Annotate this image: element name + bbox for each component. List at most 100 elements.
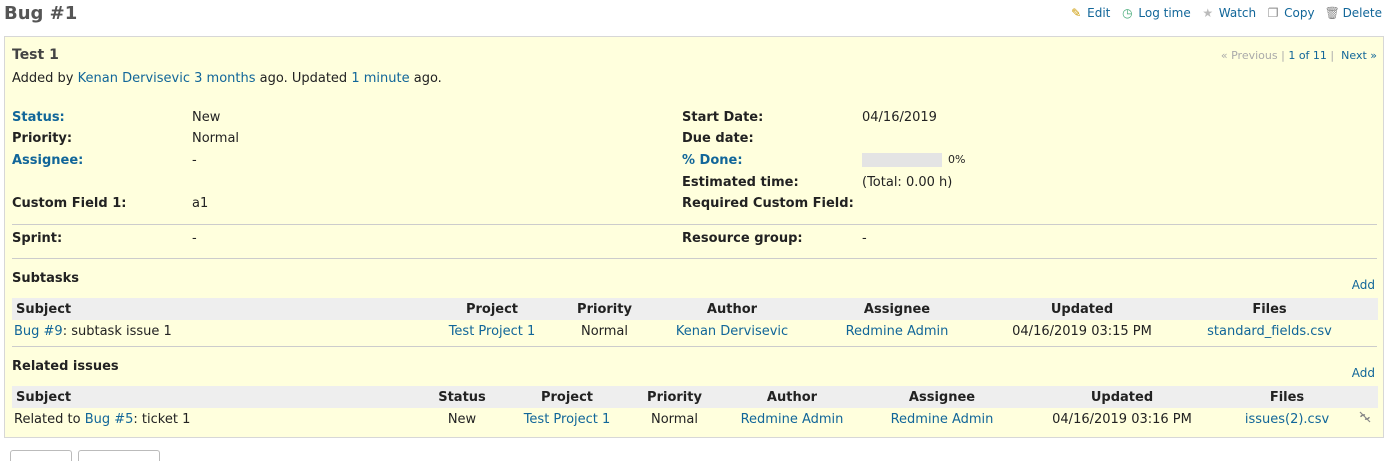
position-link[interactable]: 1 of 11: [1288, 49, 1327, 62]
column-header: Author: [722, 386, 862, 408]
log-time-button[interactable]: ◷ Log time: [1120, 6, 1191, 20]
add-subtask-link[interactable]: Add: [1352, 278, 1375, 292]
column-header: Files: [1222, 386, 1352, 408]
priority-cell: Normal: [580, 323, 629, 339]
subtasks-heading: Subtasks: [12, 271, 80, 286]
nav-separator: |: [1281, 49, 1285, 62]
file-link[interactable]: issues(2).csv: [1245, 412, 1329, 427]
added-by-prefix: Added by: [12, 71, 74, 86]
author-link[interactable]: Kenan Dervisevic: [676, 324, 788, 339]
next-link[interactable]: Next »: [1341, 49, 1377, 62]
delete-label: Delete: [1342, 6, 1382, 20]
trash-icon: 🗑: [1324, 6, 1340, 20]
copy-icon: ❐: [1267, 6, 1279, 20]
copy-button[interactable]: ❐ Copy: [1266, 6, 1315, 20]
assignee-link[interactable]: Redmine Admin: [846, 324, 949, 339]
nav-separator: |: [1330, 49, 1335, 62]
divider: [12, 224, 1377, 225]
star-icon: ★: [1202, 6, 1214, 20]
pencil-icon: ✎: [1071, 6, 1082, 20]
copy-label: Copy: [1284, 6, 1315, 20]
project-link[interactable]: Test Project 1: [524, 412, 611, 427]
relation-type: Related to: [14, 411, 85, 427]
project-link[interactable]: Test Project 1: [449, 324, 536, 339]
related-issues-table: Subject Status Project Priority Author A…: [12, 386, 1378, 430]
updated-ago-link[interactable]: 1 minute: [351, 71, 409, 86]
done-value: 0%: [948, 153, 966, 166]
created-ago-link[interactable]: 3 months: [194, 71, 255, 86]
updated-cell: 04/16/2019 03:15 PM: [1012, 323, 1152, 339]
subject-cell: Related to Bug #5: ticket 1: [12, 408, 417, 430]
priority-cell: Normal: [650, 411, 699, 427]
delete-button[interactable]: 🗑 Delete: [1325, 6, 1382, 20]
delete-relation-icon[interactable]: [1358, 410, 1372, 424]
column-header: Assignee: [862, 386, 1022, 408]
status-label[interactable]: Status:: [12, 110, 65, 125]
log-time-label: Log time: [1138, 6, 1191, 20]
column-header: Priority: [562, 298, 647, 320]
author-line: Added by Kenan Dervisevic 3 months ago. …: [12, 71, 442, 86]
bottom-tab[interactable]: [78, 450, 160, 461]
contextual-actions: ✎ Edit ◷ Log time ★ Watch ❐ Copy 🗑 Delet…: [1069, 6, 1382, 20]
divider: [12, 258, 1377, 259]
page-title: Bug #1: [4, 3, 78, 24]
sprint-label: Sprint:: [12, 231, 63, 246]
progress-bar: [862, 153, 942, 167]
column-header: Author: [647, 298, 817, 320]
add-relation-link[interactable]: Add: [1352, 366, 1375, 380]
issue-navigation: « Previous | 1 of 11 | Next »: [1221, 49, 1377, 62]
column-header: Subject: [12, 386, 417, 408]
clock-icon: ◷: [1122, 6, 1133, 20]
edit-label: Edit: [1087, 6, 1111, 20]
divider: [12, 346, 1377, 347]
assignee-label[interactable]: Assignee:: [12, 153, 83, 168]
subject-cell: Bug #9: subtask issue 1: [12, 320, 422, 342]
start-date-label: Start Date:: [682, 110, 764, 125]
due-date-label: Due date:: [682, 131, 754, 146]
file-link[interactable]: standard_fields.csv: [1207, 324, 1332, 339]
watch-button[interactable]: ★ Watch: [1201, 6, 1256, 20]
column-header: Subject: [12, 298, 422, 320]
bottom-tabs: [10, 450, 160, 461]
column-header: Updated: [977, 298, 1187, 320]
subject-text: : ticket 1: [133, 411, 191, 427]
updated-mid: ago. Updated: [259, 71, 348, 86]
assignee-link[interactable]: Redmine Admin: [891, 412, 994, 427]
bottom-tab[interactable]: [10, 450, 72, 461]
column-header: [1352, 386, 1378, 408]
resource-group-value: -: [862, 231, 867, 246]
column-header: Assignee: [817, 298, 977, 320]
priority-label: Priority:: [12, 131, 73, 146]
issue-subject: Test 1: [12, 47, 59, 63]
required-field-label: Required Custom Field:: [682, 196, 854, 211]
column-header: Updated: [1022, 386, 1222, 408]
custom-field-1-label: Custom Field 1:: [12, 196, 127, 211]
custom-field-1-value: a1: [192, 196, 209, 211]
watch-label: Watch: [1218, 6, 1257, 20]
status-value: New: [192, 110, 221, 125]
table-row: Bug #9: subtask issue 1 Test Project 1 N…: [12, 320, 1378, 342]
resource-group-label: Resource group:: [682, 231, 803, 246]
column-header: Project: [422, 298, 562, 320]
issue-details: Test 1 « Previous | 1 of 11 | Next » Add…: [4, 36, 1384, 438]
subtasks-table: Subject Project Priority Author Assignee…: [12, 298, 1378, 342]
updated-cell: 04/16/2019 03:16 PM: [1052, 411, 1192, 427]
column-header: Project: [507, 386, 627, 408]
related-issues-heading: Related issues: [12, 359, 119, 374]
issue-link[interactable]: Bug #9: [14, 324, 63, 339]
updated-suffix: ago.: [413, 71, 442, 86]
assignee-value: -: [192, 153, 197, 168]
column-header: [1352, 298, 1378, 320]
edit-button[interactable]: ✎ Edit: [1069, 6, 1110, 20]
status-cell: New: [447, 411, 477, 427]
estimated-time-value: (Total: 0.00 h): [862, 175, 953, 190]
previous-link[interactable]: « Previous: [1221, 49, 1278, 62]
issue-link[interactable]: Bug #5: [85, 412, 134, 427]
estimated-time-label: Estimated time:: [682, 175, 799, 190]
author-link[interactable]: Redmine Admin: [741, 412, 844, 427]
done-label[interactable]: % Done:: [682, 153, 743, 168]
author-link[interactable]: Kenan Dervisevic: [78, 71, 190, 86]
start-date-value: 04/16/2019: [862, 110, 937, 125]
sprint-value: -: [192, 231, 197, 246]
column-header: Files: [1187, 298, 1352, 320]
